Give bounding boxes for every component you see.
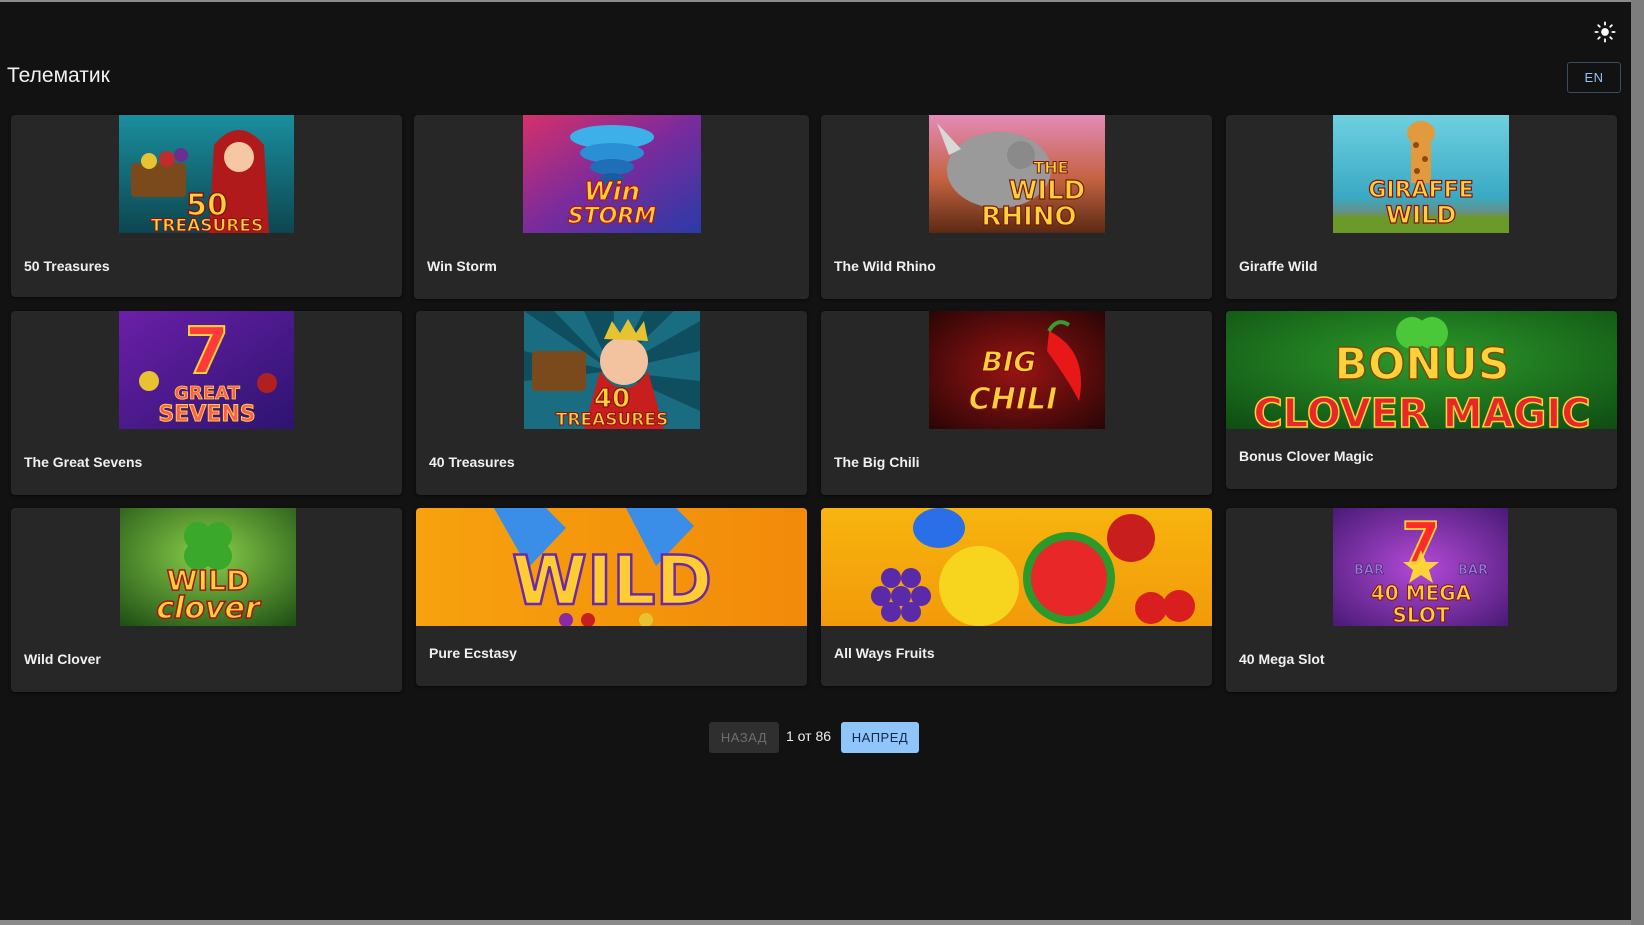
game-card-great-sevens[interactable]: 7 GREAT SEVENS The Great Sevens [11, 311, 402, 495]
game-thumbnail: BIG CHILI [929, 311, 1105, 429]
game-card-big-chili[interactable]: BIG CHILI The Big Chili [821, 311, 1212, 495]
game-card-wild-rhino[interactable]: THE WILD RHINO The Wild Rhino [821, 115, 1212, 299]
game-card-50-treasures[interactable]: 50 TREASURES 50 Treasures [11, 115, 402, 297]
page-title: Телематик [7, 64, 110, 87]
game-thumbnail: WILD [416, 508, 807, 626]
art-text: 40 MEGA [1371, 581, 1472, 605]
art-text: CHILI [969, 382, 1058, 417]
game-thumbnail: WILD clover [120, 508, 296, 626]
art-text: Win [584, 177, 640, 207]
app-root: Телематик EN 50 TREASURES 50 Treasures W… [0, 2, 1631, 920]
game-title: All Ways Fruits [834, 645, 935, 661]
game-card-40-treasures[interactable]: 40 TREASURES 40 Treasures [416, 311, 807, 495]
art-text: TREASURES [151, 216, 263, 233]
game-title: The Great Sevens [24, 454, 143, 470]
game-title: Wild Clover [24, 651, 101, 667]
art-text: BIG [982, 345, 1037, 378]
game-thumbnail: Win STORM [523, 115, 701, 233]
art-text: BONUS [1334, 339, 1509, 390]
scrollbar[interactable] [1631, 0, 1644, 925]
game-title: The Wild Rhino [834, 258, 936, 274]
art-text: THE [1033, 158, 1068, 177]
game-thumbnail: 50 TREASURES [119, 115, 294, 233]
game-card-giraffe-wild[interactable]: GIRAFFE WILD Giraffe Wild [1226, 115, 1617, 299]
art-text: STORM [568, 204, 656, 229]
game-card-win-storm[interactable]: Win STORM Win Storm [414, 115, 809, 299]
game-thumbnail [821, 508, 1212, 626]
art-text: BAR [1354, 563, 1384, 578]
art-text: CLOVER MAGIC [1253, 391, 1590, 429]
page-indicator: 1 от 86 [786, 728, 832, 744]
art-text: TREASURES [556, 410, 668, 429]
game-title: The Big Chili [834, 454, 920, 470]
art-text: RHINO [981, 202, 1076, 232]
game-card-all-ways-fruits[interactable]: All Ways Fruits [821, 508, 1212, 686]
art-text: WILD [512, 542, 712, 621]
art-text: clover [156, 591, 262, 626]
art-text: GIRAFFE [1368, 178, 1473, 203]
game-thumbnail: 7 GREAT SEVENS [119, 311, 294, 429]
previous-page-button[interactable]: НАЗАД [709, 722, 779, 753]
art-text: WILD [1386, 201, 1457, 229]
game-title: 40 Mega Slot [1239, 651, 1325, 667]
game-card-bonus-clover-magic[interactable]: BONUS CLOVER MAGIC Bonus Clover Magic [1226, 311, 1617, 489]
next-page-button[interactable]: НАПРЕД [841, 722, 919, 753]
game-title: Pure Ecstasy [429, 645, 517, 661]
art-text: BAR [1458, 563, 1488, 578]
game-thumbnail: 7 BAR BAR 40 MEGA SLOT [1333, 508, 1508, 626]
game-card-pure-ecstasy[interactable]: WILD Pure Ecstasy [416, 508, 807, 686]
art-text: 7 [185, 315, 230, 389]
game-card-wild-clover[interactable]: WILD clover Wild Clover [11, 508, 402, 692]
art-text: GREAT [174, 383, 240, 404]
game-title: Bonus Clover Magic [1239, 448, 1374, 464]
game-title: Giraffe Wild [1239, 258, 1318, 274]
game-thumbnail: BONUS CLOVER MAGIC [1226, 311, 1617, 429]
language-button[interactable]: EN [1567, 62, 1621, 93]
game-thumbnail: 40 TREASURES [524, 311, 700, 429]
art-text: SLOT [1392, 603, 1449, 626]
theme-toggle-button[interactable] [1591, 18, 1619, 46]
game-thumbnail: THE WILD RHINO [929, 115, 1105, 233]
art-text: SEVENS [158, 402, 255, 427]
game-card-40-mega-slot[interactable]: 7 BAR BAR 40 MEGA SLOT 40 Mega Slot [1226, 508, 1617, 692]
sun-icon [1594, 21, 1616, 43]
game-thumbnail: GIRAFFE WILD [1333, 115, 1509, 233]
game-title: Win Storm [427, 258, 497, 274]
game-title: 40 Treasures [429, 454, 515, 470]
game-title: 50 Treasures [24, 258, 110, 274]
